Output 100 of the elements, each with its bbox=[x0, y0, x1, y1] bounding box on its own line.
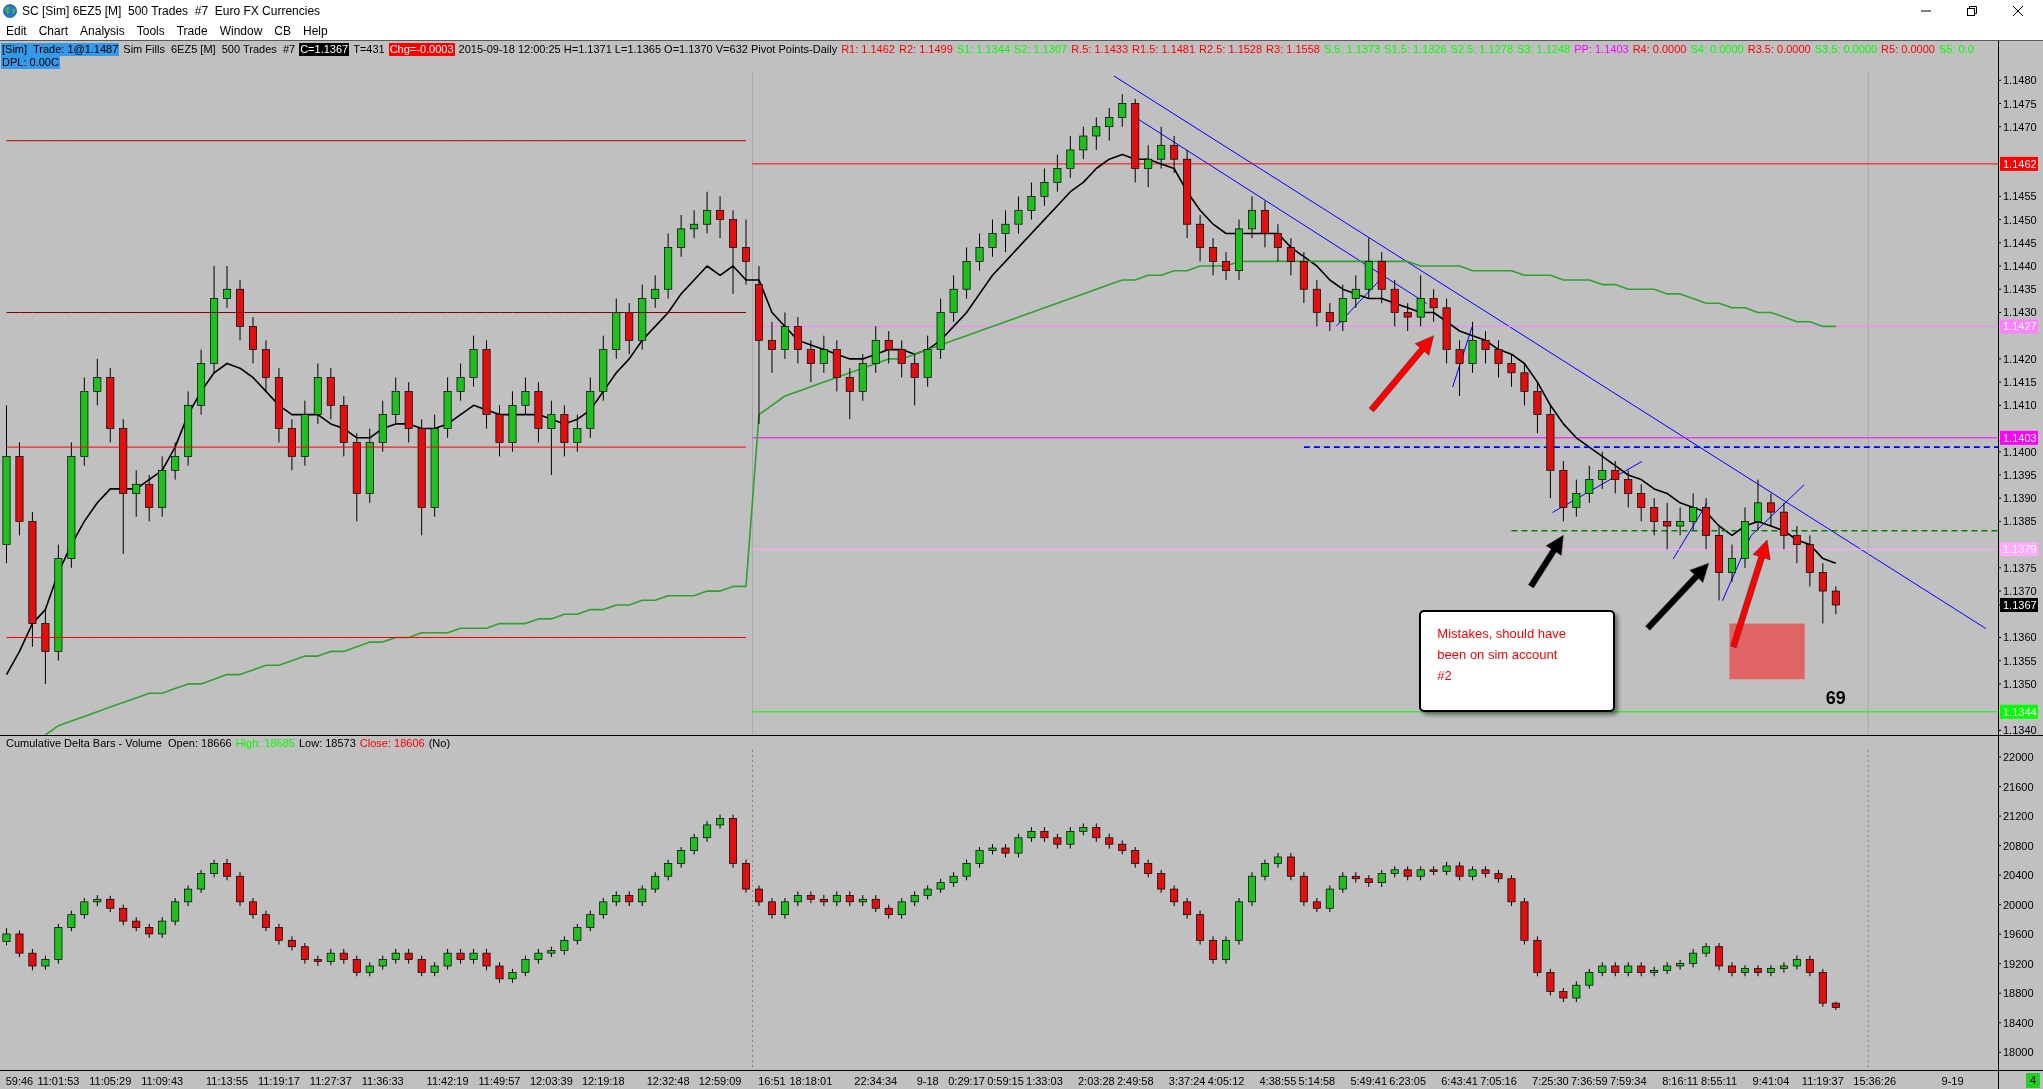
candle bbox=[1507, 874, 1516, 907]
axis-label: 18800 bbox=[2003, 987, 2034, 1000]
info-highlight: C=1.1367 bbox=[299, 43, 350, 56]
axis-label: 19200 bbox=[2003, 957, 2034, 970]
candle bbox=[871, 894, 880, 913]
menu-item[interactable]: Analysis bbox=[74, 21, 131, 40]
candle bbox=[158, 916, 167, 939]
menu-item[interactable]: Tools bbox=[130, 21, 171, 40]
window-title: SC [Sim] 6EZ5 [M] 500 Trades #7 Euro FX Currencies bbox=[22, 3, 321, 18]
candle bbox=[845, 367, 854, 420]
axis-label: 1.1360 bbox=[2003, 631, 2037, 644]
candle bbox=[1831, 585, 1840, 615]
candle bbox=[1325, 884, 1334, 913]
info-text: Close: 18606 bbox=[359, 737, 425, 750]
candle bbox=[1624, 961, 1633, 977]
candle bbox=[1455, 339, 1464, 397]
candle bbox=[261, 910, 270, 932]
price-tag: 1.1379 bbox=[2000, 542, 2038, 557]
info-text: R3.5: 0.0000 bbox=[1747, 43, 1811, 56]
candle bbox=[677, 214, 686, 258]
candle bbox=[521, 955, 530, 977]
note-callout: Mistakes, should have been on sim account #2 bbox=[1419, 609, 1616, 712]
axis-label: 1.1355 bbox=[2003, 654, 2037, 667]
time-label: 59:46 bbox=[5, 1075, 34, 1087]
time-label: 4:05:12 bbox=[1207, 1075, 1245, 1087]
globe-icon bbox=[3, 3, 17, 18]
info-text: PP: 1.1403 bbox=[1574, 43, 1629, 56]
candle bbox=[1741, 964, 1749, 977]
candle bbox=[716, 814, 725, 830]
candle bbox=[1766, 493, 1775, 527]
candle bbox=[871, 325, 880, 374]
candle bbox=[1092, 822, 1101, 843]
time-label: 2:03:28 bbox=[1077, 1075, 1115, 1087]
candle bbox=[1637, 483, 1646, 522]
menu-item[interactable]: Window bbox=[213, 21, 269, 40]
axis-label: 1.1455 bbox=[2003, 190, 2037, 203]
candle bbox=[1416, 865, 1425, 881]
axis-label: 1.1410 bbox=[2003, 399, 2037, 412]
candle bbox=[1027, 826, 1036, 843]
candle bbox=[1209, 935, 1218, 965]
candle bbox=[430, 961, 439, 977]
menu-item[interactable]: Trade bbox=[170, 21, 214, 40]
candle bbox=[456, 948, 465, 965]
candle bbox=[1338, 871, 1347, 894]
time-label: 11:01:53 bbox=[37, 1075, 80, 1087]
candle bbox=[910, 890, 919, 907]
candle bbox=[962, 246, 971, 299]
candle bbox=[1040, 826, 1049, 843]
candle bbox=[1131, 846, 1140, 869]
time-label: 2:49:58 bbox=[1116, 1075, 1154, 1087]
candle bbox=[1066, 135, 1075, 179]
candle bbox=[1299, 251, 1308, 304]
candle bbox=[15, 930, 24, 958]
candle bbox=[443, 948, 452, 971]
candle bbox=[443, 376, 452, 439]
candle bbox=[1027, 181, 1036, 221]
candle bbox=[1520, 363, 1529, 406]
candle bbox=[1403, 302, 1412, 332]
info-text: High: 18685 bbox=[235, 737, 295, 750]
candle bbox=[1598, 961, 1607, 977]
candle bbox=[936, 298, 945, 360]
candle bbox=[236, 279, 244, 341]
candle bbox=[1299, 871, 1308, 907]
candle bbox=[1066, 826, 1075, 850]
time-label: 7:05:16 bbox=[1480, 1075, 1517, 1087]
candle bbox=[508, 390, 517, 453]
candle bbox=[495, 961, 504, 984]
candle bbox=[1390, 865, 1399, 878]
candle bbox=[236, 871, 244, 907]
candle bbox=[1273, 852, 1282, 869]
candle bbox=[417, 955, 426, 977]
time-label: 15:36:26 bbox=[1853, 1075, 1897, 1087]
candle bbox=[573, 414, 582, 453]
candle bbox=[1235, 219, 1243, 281]
candle bbox=[41, 955, 50, 971]
axis-label: 18400 bbox=[2003, 1016, 2034, 1029]
candle bbox=[651, 274, 660, 309]
menu-item[interactable]: Edit bbox=[0, 21, 33, 40]
candle bbox=[806, 890, 815, 904]
axis-label: 20400 bbox=[2003, 869, 2034, 882]
menu-item[interactable]: Chart bbox=[32, 21, 75, 40]
menu-item[interactable]: CB bbox=[268, 21, 297, 40]
info-text: S1.5: 1.1326 bbox=[1384, 43, 1447, 56]
candle bbox=[975, 233, 984, 272]
candle bbox=[1676, 959, 1685, 971]
candle bbox=[1429, 865, 1438, 876]
axis-label: 1.1470 bbox=[2003, 120, 2037, 133]
candle bbox=[365, 961, 374, 977]
candle bbox=[1183, 897, 1192, 920]
time-label: 4:38:55 bbox=[1259, 1075, 1297, 1087]
candle bbox=[897, 897, 906, 920]
candle bbox=[326, 948, 335, 966]
time-label: 6:43:41 bbox=[1441, 1075, 1478, 1087]
menu-item[interactable]: Help bbox=[297, 21, 334, 40]
candle bbox=[313, 363, 322, 425]
candle bbox=[1702, 942, 1711, 958]
candle bbox=[1715, 942, 1724, 971]
axis-label: 18000 bbox=[2003, 1046, 2034, 1059]
info-text: R5: 0.0000 bbox=[1881, 43, 1935, 56]
axis-label: 19600 bbox=[2003, 928, 2034, 941]
